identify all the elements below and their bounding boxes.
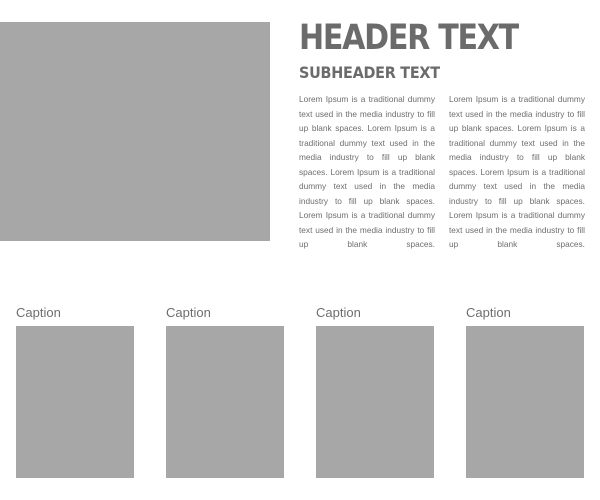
gallery-image-placeholder-4	[466, 326, 584, 478]
gallery-image-placeholder-2	[166, 326, 284, 478]
gallery-caption-1: Caption	[16, 305, 61, 320]
gallery-image-placeholder-1	[16, 326, 134, 478]
gallery-item-2: Caption	[166, 304, 284, 478]
gallery-item-3: Caption	[316, 304, 434, 478]
subheader-title: SUBHEADER TEXT	[299, 63, 440, 82]
body-text-column-2: Lorem Ipsum is a traditional dummy text …	[449, 94, 585, 250]
body-text-column-1: Lorem Ipsum is a traditional dummy text …	[299, 94, 435, 250]
gallery-caption-2: Caption	[166, 305, 211, 320]
gallery-image-placeholder-3	[316, 326, 434, 478]
gallery-item-4: Caption	[466, 304, 584, 478]
gallery-caption-4: Caption	[466, 305, 511, 320]
gallery-item-1: Caption	[16, 304, 134, 478]
gallery-caption-3: Caption	[316, 305, 361, 320]
header-title: HEADER TEXT	[299, 18, 519, 58]
hero-image-placeholder	[0, 22, 270, 241]
